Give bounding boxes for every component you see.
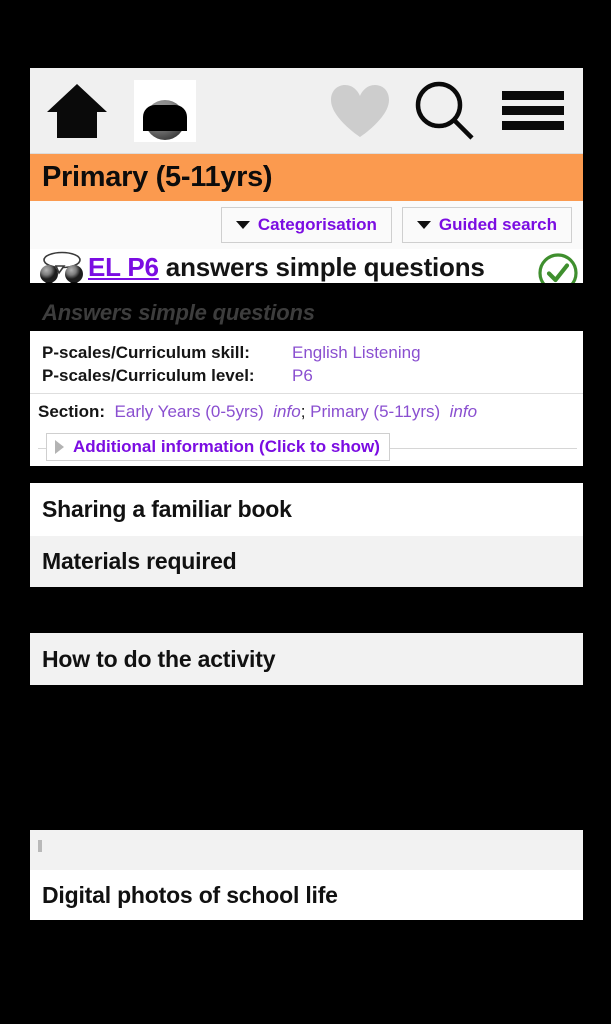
activity-heading-block: EL P6 answers simple questions: [30, 249, 583, 295]
chevron-down-icon: [235, 221, 250, 229]
hamburger-menu-icon: [502, 85, 564, 136]
activity-code-link[interactable]: EL P6: [88, 252, 159, 282]
additional-information-toggle[interactable]: Additional information (Click to show): [46, 433, 390, 461]
menu-button[interactable]: [493, 68, 573, 153]
section-info-link-early-years[interactable]: info: [273, 402, 300, 421]
metadata-value: English Listening: [292, 343, 421, 362]
search-icon: [415, 81, 474, 140]
section-title: How to do the activity: [42, 645, 276, 672]
top-app-bar: [30, 68, 583, 154]
render-clip-band: [30, 587, 583, 633]
section-title: Materials required: [42, 548, 237, 574]
metadata-row: P-scales/Curriculum level: P6: [42, 364, 583, 387]
section-label: Section:: [38, 402, 106, 421]
render-clip-band: [30, 283, 583, 295]
render-clip-band: [30, 920, 583, 928]
home-button[interactable]: [38, 68, 116, 153]
section-header-sharing-a-familiar-book[interactable]: Sharing a familiar book: [30, 483, 583, 536]
search-button[interactable]: [407, 68, 483, 153]
heart-icon: [331, 84, 389, 137]
section-link-early-years[interactable]: Early Years (0-5yrs): [115, 402, 264, 421]
clipped-content-row: [30, 830, 583, 870]
guided-search-label: Guided search: [438, 215, 557, 234]
device-screen: Primary (5-11yrs) Categorisation Guided …: [30, 68, 583, 928]
chevron-down-icon: [416, 221, 431, 229]
section-row: Section: Early Years (0-5yrs) info; Prim…: [30, 394, 583, 428]
user-account-button[interactable]: [129, 68, 201, 153]
device-frame: Primary (5-11yrs) Categorisation Guided …: [0, 0, 611, 1024]
render-clip-band: [30, 685, 583, 830]
page-title: Primary (5-11yrs): [42, 161, 273, 193]
metadata-panel: P-scales/Curriculum skill: English Liste…: [30, 331, 583, 466]
activity-heading-text: answers simple questions: [158, 252, 485, 282]
activity-subtitle: Answers simple questions: [42, 300, 315, 325]
metadata-label: P-scales/Curriculum skill:: [42, 343, 250, 362]
filter-button-row: Categorisation Guided search: [30, 201, 583, 249]
metadata-label: P-scales/Curriculum level:: [42, 366, 255, 385]
avatar: [134, 79, 196, 142]
curriculum-metadata: P-scales/Curriculum skill: English Liste…: [30, 337, 583, 394]
activity-subtitle-band: Answers simple questions: [30, 295, 583, 331]
section-header-materials-required[interactable]: Materials required: [30, 536, 583, 587]
additional-information-label: Additional information (Click to show): [73, 437, 380, 456]
avatar-body-icon: [143, 104, 187, 131]
activity-heading: EL P6 answers simple questions: [88, 252, 485, 283]
section-header-digital-photos-of-school-life[interactable]: Digital photos of school life: [30, 870, 583, 920]
metadata-value: P6: [292, 366, 313, 385]
metadata-row: P-scales/Curriculum skill: English Liste…: [42, 341, 583, 364]
clipped-glyph: [38, 840, 42, 852]
categorisation-dropdown-button[interactable]: Categorisation: [220, 207, 392, 243]
page-title-bar: Primary (5-11yrs): [30, 154, 583, 201]
additional-information-wrap: Additional information (Click to show): [30, 430, 583, 466]
section-header-how-to-do-the-activity[interactable]: How to do the activity: [30, 633, 583, 685]
home-icon: [47, 83, 107, 138]
guided-search-dropdown-button[interactable]: Guided search: [401, 207, 572, 243]
categorisation-label: Categorisation: [257, 215, 377, 234]
section-title: Sharing a familiar book: [42, 496, 292, 522]
section-link-primary[interactable]: Primary (5-11yrs): [310, 402, 440, 421]
section-title: Digital photos of school life: [42, 881, 338, 908]
caret-right-icon: [55, 440, 65, 454]
render-clip-band: [30, 466, 583, 483]
section-info-link-primary[interactable]: info: [450, 402, 477, 421]
favourites-button[interactable]: [322, 68, 398, 153]
section-separator: ;: [300, 402, 311, 421]
